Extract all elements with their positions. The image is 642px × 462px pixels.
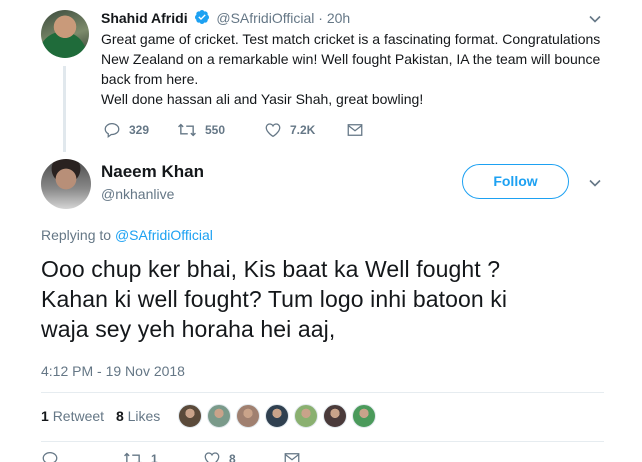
tweet-text-line: Ooo chup ker bhai, Kis baat ka Well foug…	[41, 256, 501, 282]
divider	[41, 441, 604, 442]
tweet-actions: 329 550 7.2K	[103, 120, 364, 140]
replying-to-label: Replying to	[41, 227, 112, 243]
verified-badge-icon	[195, 10, 210, 24]
avatar[interactable]	[41, 159, 91, 209]
liker-avatars	[178, 404, 381, 428]
avatar-5[interactable]	[294, 404, 318, 428]
tweet-time[interactable]: 20h	[327, 10, 350, 26]
retweet-button[interactable]: 1	[123, 450, 203, 462]
tweet-text-line: Well done hassan ali and Yasir Shah, gre…	[101, 91, 424, 107]
avatar[interactable]	[41, 10, 89, 58]
author-handle[interactable]: @SAfridiOfficial	[216, 10, 314, 26]
tweet-stats: 1 Retweet 8 Likes	[41, 408, 160, 424]
divider	[41, 392, 604, 393]
tweet-text: Ooo chup ker bhai, Kis baat ka Well foug…	[41, 254, 621, 344]
tweet-text-line: waja sey yeh horaha hei aaj,	[41, 316, 336, 342]
heart-icon	[265, 123, 281, 138]
thread-connector	[63, 66, 66, 152]
like-button[interactable]: 7.2K	[264, 121, 346, 139]
author-name[interactable]: Shahid Afridi	[101, 10, 188, 26]
retweet-icon	[178, 123, 196, 137]
like-button[interactable]: 8	[203, 450, 283, 462]
parent-tweet[interactable]: Shahid Afridi @SAfridiOfficial · 20h Gre…	[0, 0, 642, 152]
retweet-stat-label: Retweet	[52, 408, 105, 424]
retweet-count: 550	[205, 123, 226, 137]
author-name[interactable]: Naeem Khan	[101, 162, 204, 182]
header-separator: ·	[318, 10, 323, 26]
envelope-icon	[347, 124, 363, 136]
avatar-6[interactable]	[323, 404, 347, 428]
heart-icon	[204, 452, 220, 462]
like-count: 7.2K	[290, 123, 316, 137]
retweet-count: 1	[151, 452, 158, 462]
reply-button[interactable]	[41, 450, 123, 462]
like-stat-label: Likes	[127, 408, 161, 424]
tweet-actions: 1 8	[41, 450, 301, 462]
retweets-stat[interactable]: 1 Retweet	[41, 408, 104, 424]
tweet-text-line: Great game of cricket. Test match cricke…	[101, 31, 601, 47]
reply-count: 329	[129, 123, 150, 137]
dm-button[interactable]	[283, 450, 301, 462]
tweet-timestamp[interactable]: 4:12 PM - 19 Nov 2018	[41, 363, 185, 379]
reply-icon	[42, 451, 58, 462]
dm-button[interactable]	[346, 121, 364, 139]
tweet-text-line: Kahan ki well fought? Tum logo inhi bato…	[41, 286, 508, 312]
avatar-1[interactable]	[178, 404, 202, 428]
likes-stat[interactable]: 8 Likes	[116, 408, 160, 424]
chevron-down-icon[interactable]	[588, 176, 602, 190]
tweet-header: Shahid Afridi @SAfridiOfficial · 20h	[101, 9, 350, 26]
tweet-text-line: New Zealand on a remarkable win! Well fo…	[101, 51, 601, 67]
like-count: 8	[229, 452, 236, 462]
like-stat-count: 8	[115, 408, 124, 424]
retweet-icon	[124, 452, 142, 462]
tweet-text: Great game of cricket. Test match cricke…	[101, 29, 606, 109]
reply-icon	[104, 122, 120, 139]
avatar-7[interactable]	[352, 404, 376, 428]
avatar-2[interactable]	[207, 404, 231, 428]
follow-button[interactable]: Follow	[462, 164, 569, 199]
replying-to-link[interactable]: @SAfridiOfficial	[115, 227, 213, 243]
tweet-text-line: back from here.	[101, 71, 199, 87]
avatar-4[interactable]	[265, 404, 289, 428]
replying-to: Replying to @SAfridiOfficial	[41, 227, 213, 243]
author-handle[interactable]: @nkhanlive	[101, 186, 174, 202]
reply-button[interactable]: 329	[103, 121, 177, 139]
retweet-stat-count: 1	[41, 408, 49, 424]
chevron-down-icon[interactable]	[588, 12, 602, 26]
retweet-button[interactable]: 550	[177, 121, 264, 139]
envelope-icon	[284, 453, 300, 462]
avatar-3[interactable]	[236, 404, 260, 428]
